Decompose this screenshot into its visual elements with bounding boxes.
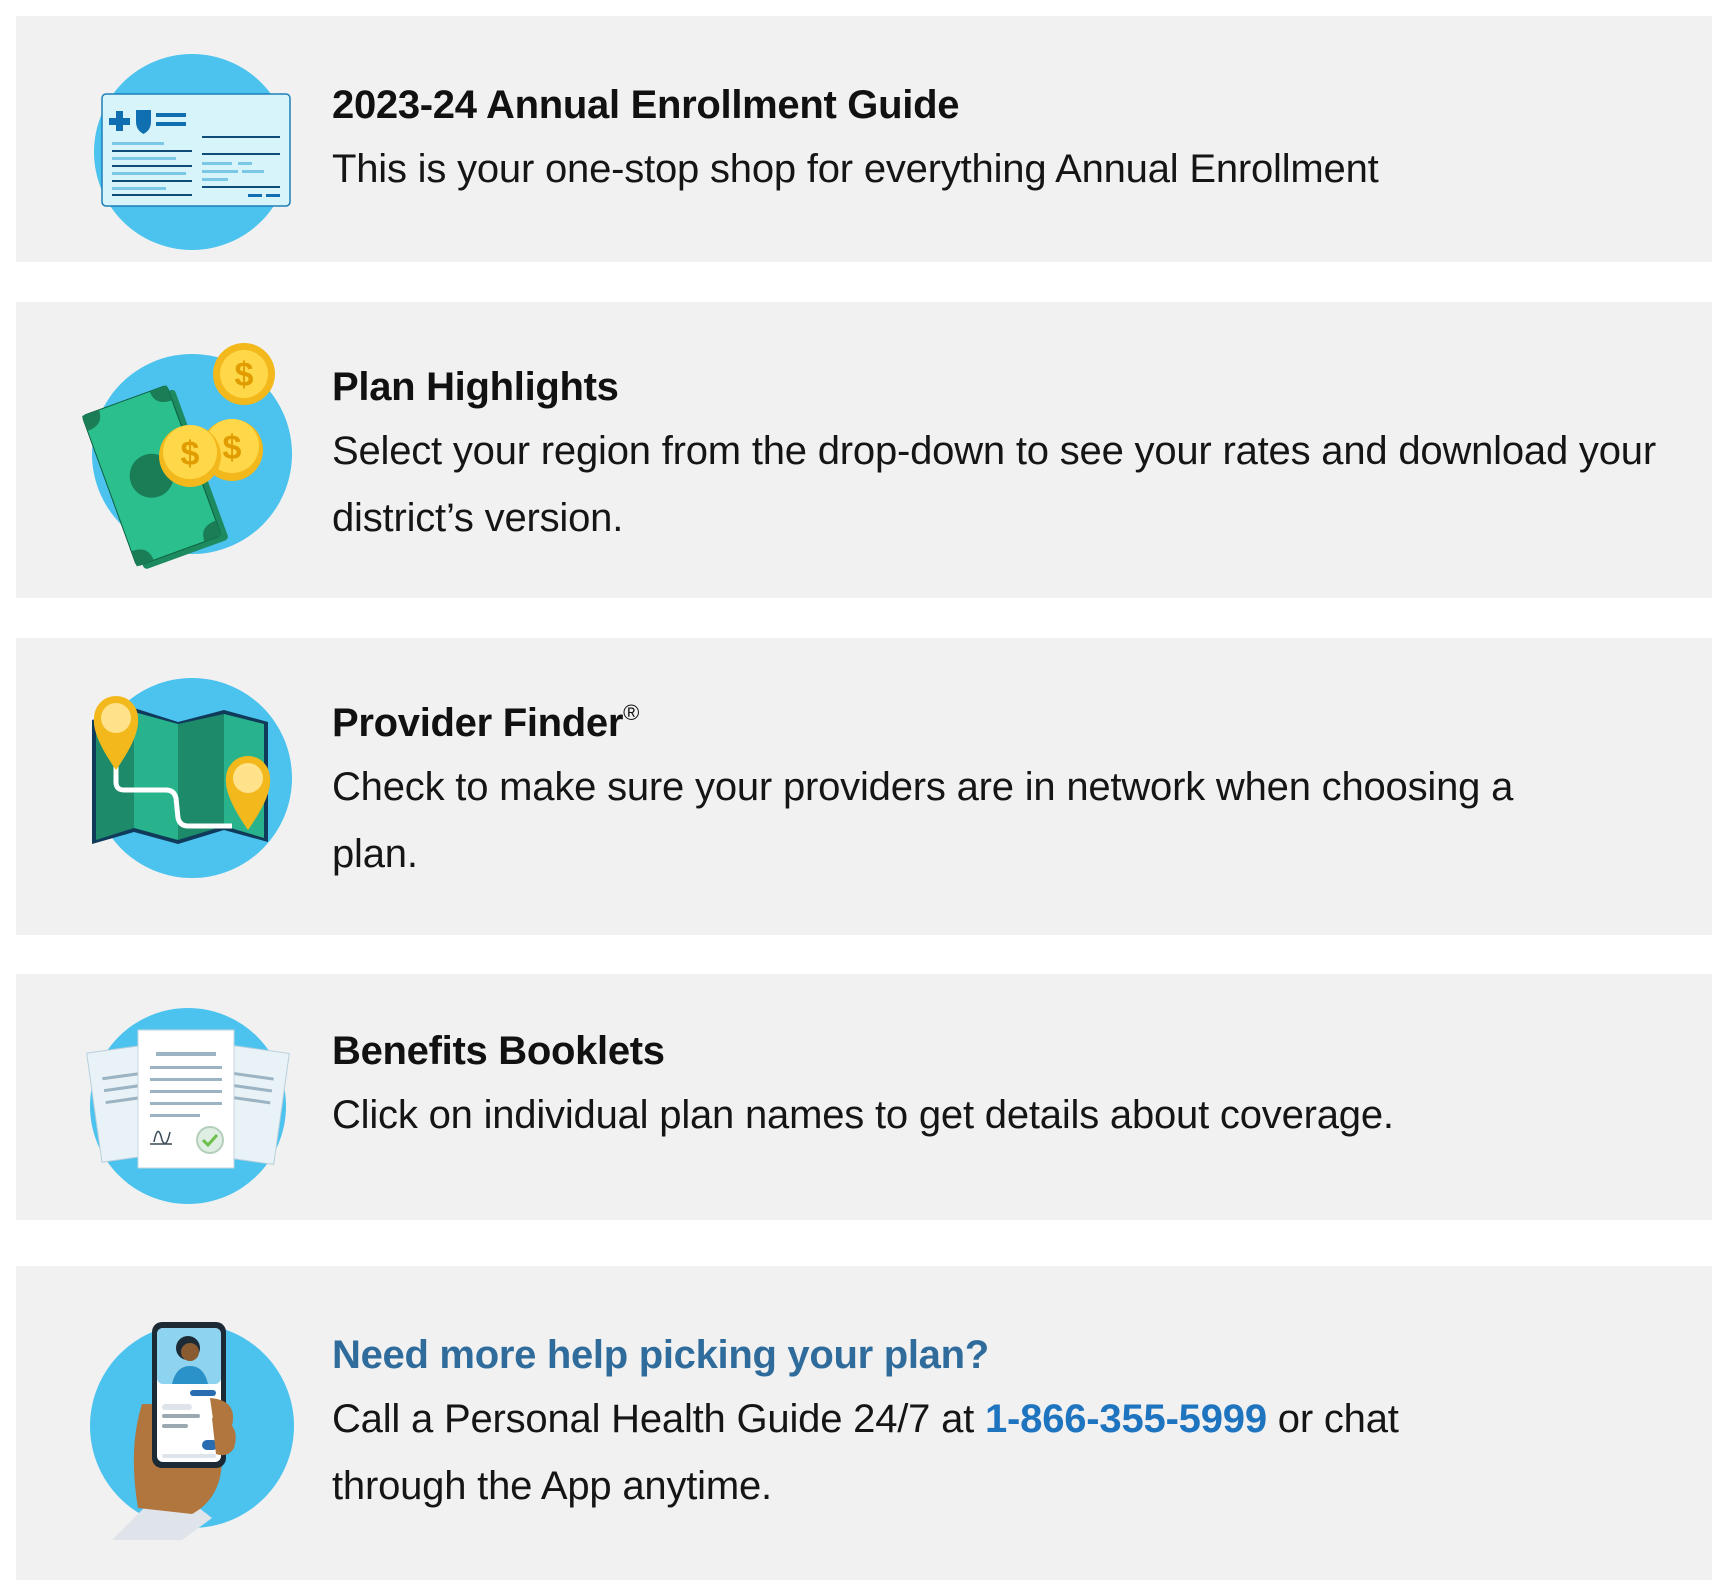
card-title-text: Provider Finder [332, 701, 624, 745]
card-title[interactable]: 2023-24 Annual Enrollment Guide [332, 78, 1682, 132]
card-title[interactable]: Provider Finder® [332, 696, 1682, 750]
svg-text:$: $ [235, 356, 254, 394]
phone-number-link[interactable]: 1-866-355-5999 [985, 1397, 1267, 1441]
card-title[interactable]: Benefits Booklets [332, 1024, 1682, 1078]
card-description: Check to make sure your providers are in… [332, 765, 1514, 876]
help-title: Need more help picking your plan? [332, 1333, 989, 1377]
map-pins-icon [72, 660, 302, 890]
provider-finder-card[interactable]: Provider Finder® Check to make sure your… [16, 638, 1712, 935]
help-description: Call a Personal Health Guide 24/7 at 1-8… [332, 1386, 1532, 1520]
insurance-card-icon [72, 26, 302, 256]
enrollment-guide-card[interactable]: 2023-24 Annual Enrollment Guide This is … [16, 16, 1712, 262]
help-desc-before: Call a Personal Health Guide 24/7 at [332, 1397, 985, 1441]
benefits-booklets-card[interactable]: Benefits Booklets Click on individual pl… [16, 974, 1712, 1220]
card-description: Select your region from the drop-down to… [332, 429, 1656, 540]
svg-text:$: $ [223, 429, 242, 467]
documents-icon [72, 982, 302, 1212]
svg-text:$: $ [181, 435, 200, 473]
card-description: Click on individual plan names to get de… [332, 1093, 1394, 1137]
card-description: This is your one-stop shop for everythin… [332, 147, 1379, 191]
money-coins-icon: $ $ $ [72, 332, 302, 569]
help-card: Need more help picking your plan? Call a… [16, 1266, 1712, 1580]
registered-mark: ® [623, 700, 640, 725]
card-title[interactable]: Plan Highlights [332, 360, 1682, 414]
plan-highlights-card[interactable]: $ $ $ Plan Highlights Select your region… [16, 302, 1712, 598]
phone-chat-icon [72, 1308, 302, 1540]
